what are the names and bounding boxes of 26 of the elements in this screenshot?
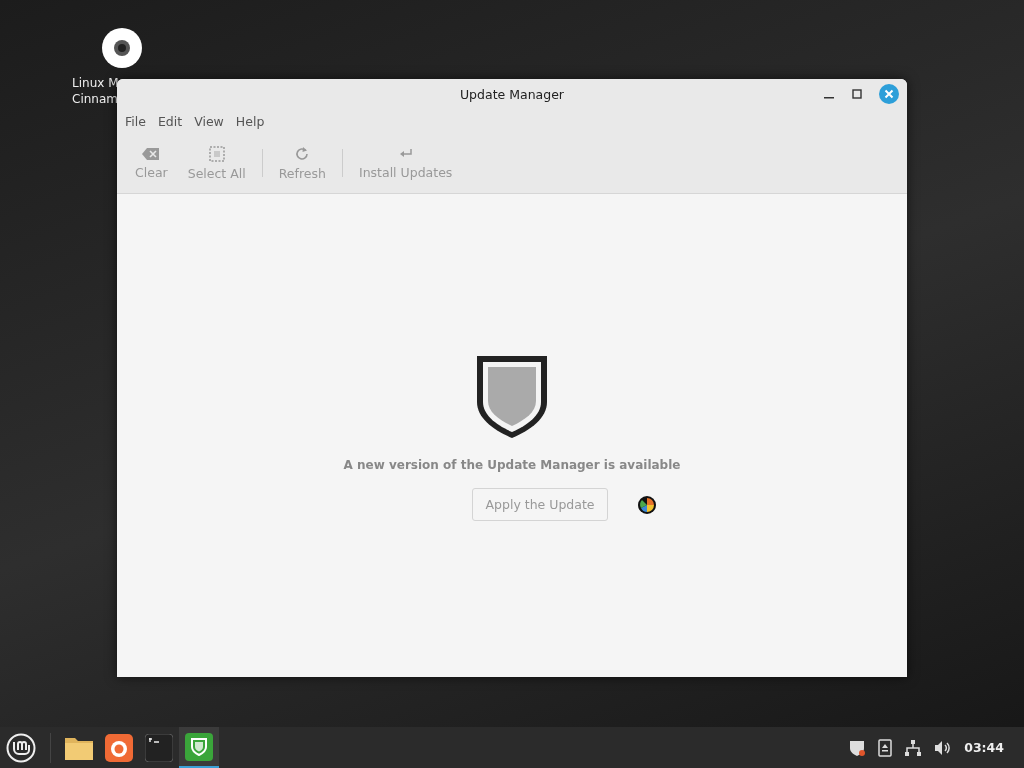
spinner-icon — [637, 495, 656, 514]
browser-icon — [105, 733, 133, 762]
desktop-icon-label: Cinnam — [72, 91, 118, 107]
network-icon[interactable] — [904, 738, 923, 757]
desktop-icon-label: Linux M — [72, 75, 119, 91]
shield-tray-icon[interactable] — [848, 738, 867, 757]
maximize-icon[interactable] — [851, 88, 863, 100]
menu-logo-icon[interactable] — [6, 732, 36, 763]
menu-item[interactable]: View — [190, 113, 228, 129]
select-all-icon — [208, 145, 225, 162]
clock[interactable]: 03:44 — [964, 740, 1004, 755]
refresh-icon — [294, 145, 311, 162]
window-title: Update Manager — [459, 86, 564, 102]
menu-item[interactable]: Help — [231, 113, 269, 129]
menu-item[interactable]: File — [121, 113, 150, 129]
backspace-icon — [142, 146, 161, 161]
shield-app-icon — [185, 732, 213, 761]
disc-icon[interactable] — [101, 27, 143, 69]
eject-icon[interactable] — [878, 738, 893, 757]
close-icon[interactable] — [879, 84, 899, 104]
menu-item[interactable]: Edit — [153, 113, 187, 129]
update-message: A new version of the Update Manager is available — [343, 458, 681, 472]
terminal-icon — [145, 733, 173, 762]
taskbar-app[interactable] — [179, 727, 219, 768]
volume-icon[interactable] — [934, 739, 953, 756]
shield-icon — [475, 354, 549, 440]
